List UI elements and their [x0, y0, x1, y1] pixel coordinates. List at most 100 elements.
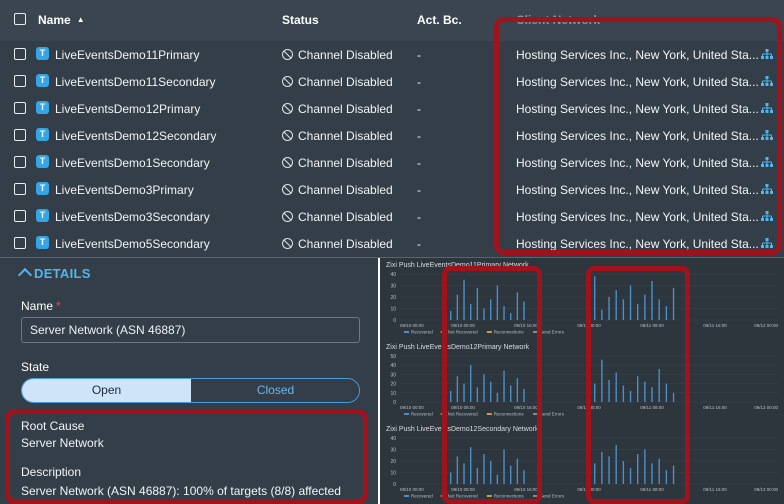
network-tree-icon[interactable] — [761, 211, 773, 222]
column-header-name-label: Name — [38, 13, 71, 27]
state-open-option[interactable]: Open — [22, 379, 191, 402]
network-tree-icon[interactable] — [761, 184, 773, 195]
row-name[interactable]: LiveEventsDemo1Secondary — [55, 156, 210, 170]
collapse-caret-icon[interactable] — [17, 267, 33, 283]
bar — [496, 392, 499, 402]
bar — [503, 306, 505, 320]
legend-label: Send Errors — [540, 330, 565, 335]
bar — [456, 456, 459, 484]
row-checkbox[interactable] — [14, 237, 26, 249]
bar — [644, 449, 646, 484]
network-tree-icon[interactable] — [761, 238, 773, 249]
table-row[interactable]: T LiveEventsDemo5Secondary Channel Disable… — [0, 230, 784, 258]
column-header-status[interactable]: Status — [282, 13, 319, 27]
bar — [665, 306, 668, 320]
bar — [483, 308, 485, 320]
bar — [450, 390, 452, 402]
bar — [510, 313, 512, 320]
bar — [608, 379, 610, 402]
disabled-icon — [282, 49, 293, 60]
x-tick-label: 09/10 08:00 — [451, 323, 475, 328]
y-tick-label: 20 — [390, 382, 396, 388]
row-name[interactable]: LiveEventsDemo11Primary — [55, 48, 200, 62]
bar — [476, 387, 479, 402]
y-tick-label: 30 — [390, 372, 396, 378]
y-tick-label: 0 — [393, 400, 396, 406]
details-panel: DETAILS Name* State Open Closed Root Cau… — [0, 258, 378, 504]
channel-type-icon: T — [36, 47, 49, 60]
x-tick-label: 09/11 00:00 — [577, 487, 601, 492]
legend-swatch — [404, 331, 409, 333]
column-header-act[interactable]: Act. Bc. — [417, 13, 462, 27]
row-name[interactable]: LiveEventsDemo11Secondary — [55, 75, 216, 89]
row-checkbox[interactable] — [14, 129, 26, 141]
table-row[interactable]: T LiveEventsDemo12Primary Channel Disabled… — [0, 95, 784, 123]
channel-type-icon: T — [36, 74, 49, 87]
select-all-checkbox[interactable] — [14, 13, 26, 25]
network-tree-icon[interactable] — [761, 130, 773, 141]
table-row[interactable]: T LiveEventsDemo12Secondary Channel Disabl… — [0, 122, 784, 150]
legend-swatch — [533, 495, 538, 497]
row-checkbox[interactable] — [14, 48, 26, 60]
table-row[interactable]: T LiveEventsDemo11Primary Channel Disabled… — [0, 41, 784, 69]
row-network: Hosting Services Inc., New York, United … — [516, 156, 759, 170]
table-row[interactable]: T LiveEventsDemo1Secondary Channel Disable… — [0, 149, 784, 177]
row-act: - — [417, 129, 421, 143]
bar — [456, 294, 459, 320]
row-status-text: Channel Disabled — [298, 102, 393, 116]
row-status: Channel Disabled — [282, 75, 393, 89]
row-name[interactable]: LiveEventsDemo12Secondary — [55, 129, 216, 143]
row-checkbox[interactable] — [14, 183, 26, 195]
x-tick-label: 09/12 00:00 — [754, 487, 778, 492]
row-name[interactable]: LiveEventsDemo3Secondary — [55, 210, 210, 224]
column-header-name[interactable]: Name ▲ — [38, 13, 85, 27]
details-title[interactable]: DETAILS — [34, 266, 91, 281]
bar — [672, 287, 675, 320]
row-checkbox[interactable] — [14, 75, 26, 87]
row-checkbox[interactable] — [14, 156, 26, 168]
legend-swatch — [404, 413, 409, 415]
sort-ascending-icon: ▲ — [76, 15, 85, 24]
column-header-network[interactable]: Client Network — [516, 13, 600, 27]
x-tick-label: 09/11 16:00 — [703, 323, 727, 328]
x-tick-label: 09/10 00:00 — [400, 405, 424, 410]
bar — [594, 276, 596, 320]
row-status-text: Channel Disabled — [298, 156, 393, 170]
bar — [516, 378, 519, 402]
bar — [658, 299, 660, 320]
name-label-text: Name — [21, 299, 54, 313]
legend-swatch — [440, 495, 446, 497]
state-label: State — [21, 360, 50, 374]
y-tick-label: 20 — [390, 295, 396, 301]
network-tree-icon[interactable] — [761, 157, 773, 168]
row-name[interactable]: LiveEventsDemo12Primary — [55, 102, 200, 116]
network-charts-svg: 0 10 20 30 40 09/10 00:00 09/10 08:00 09/10 16:… — [390, 272, 778, 499]
network-tree-icon[interactable] — [761, 103, 773, 114]
y-tick-label: 40 — [390, 436, 396, 442]
name-input[interactable] — [21, 317, 360, 343]
bar — [601, 451, 603, 484]
network-tree-icon[interactable] — [761, 76, 773, 87]
table-row[interactable]: T LiveEventsDemo3Primary Channel Disabled -… — [0, 176, 784, 204]
table-row[interactable]: T LiveEventsDemo11Secondary Channel Disabl… — [0, 68, 784, 96]
required-mark: * — [56, 299, 61, 313]
state-closed-option[interactable]: Closed — [191, 379, 359, 402]
channels-table: Name ▲ Status Act. Bc. Client Network T Li… — [0, 0, 784, 258]
row-act: - — [417, 102, 421, 116]
bar — [622, 299, 625, 320]
x-tick-label: 09/10 16:00 — [514, 323, 538, 328]
table-row[interactable]: T LiveEventsDemo3Secondary Channel Disable… — [0, 203, 784, 231]
bar — [476, 287, 479, 320]
bar — [483, 454, 485, 484]
row-status-text: Channel Disabled — [298, 75, 393, 89]
row-checkbox[interactable] — [14, 210, 26, 222]
bar — [463, 279, 465, 320]
bar — [450, 310, 452, 320]
row-name[interactable]: LiveEventsDemo3Primary — [55, 183, 194, 197]
row-name[interactable]: LiveEventsDemo5Secondary — [55, 237, 210, 251]
y-tick-label: 10 — [390, 307, 396, 313]
network-tree-icon[interactable] — [761, 49, 773, 60]
legend-swatch — [486, 331, 492, 333]
bar — [476, 467, 479, 484]
row-checkbox[interactable] — [14, 102, 26, 114]
